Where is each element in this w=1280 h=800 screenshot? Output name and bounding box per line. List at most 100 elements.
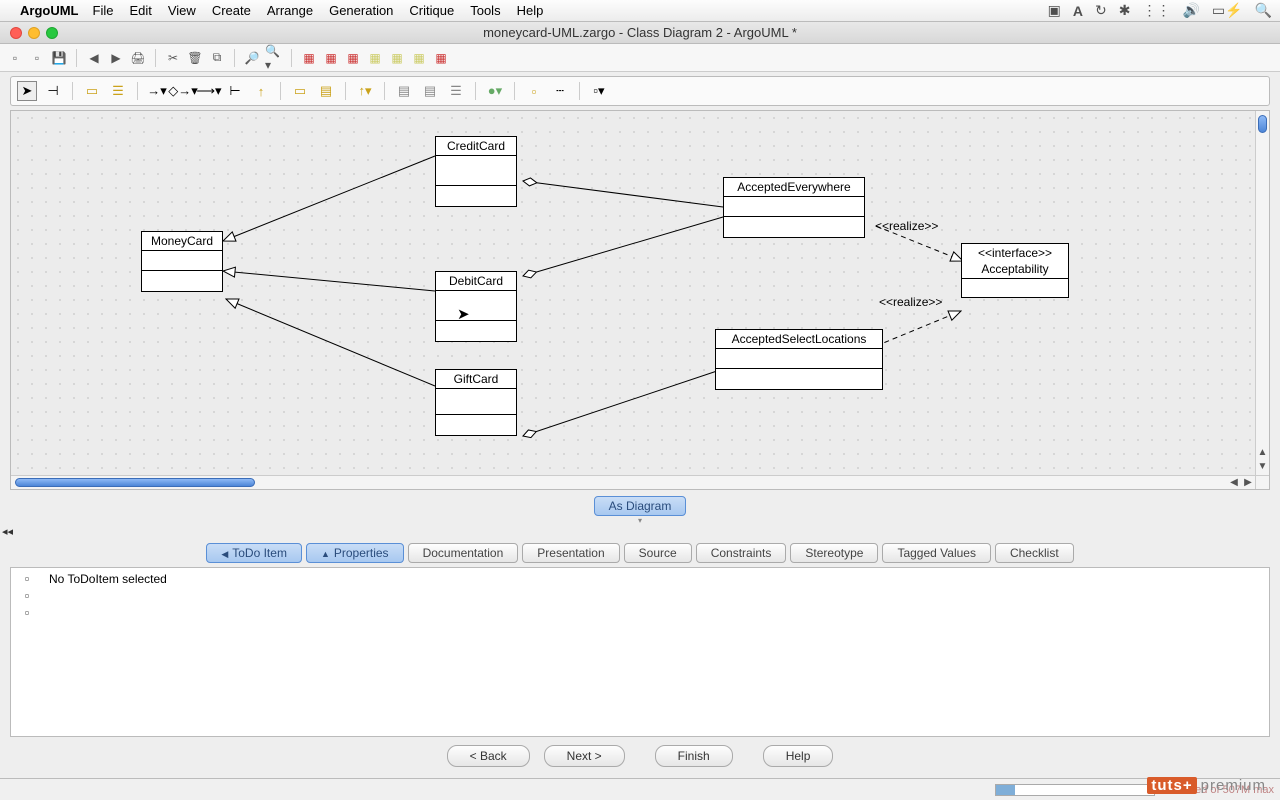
hscroll-left-icon[interactable]: ◀ (1227, 476, 1241, 489)
todo-snooze-icon[interactable]: ▫ (25, 606, 30, 619)
zoom-icon[interactable]: 🔍▾ (265, 49, 283, 67)
tool-interface-icon[interactable]: ▭ (290, 81, 310, 101)
class-moneycard[interactable]: MoneyCard (141, 231, 223, 292)
memory-progress (995, 784, 1155, 796)
cut-icon[interactable]: ✂ (164, 49, 182, 67)
window-titlebar: moneycard-UML.zargo - Class Diagram 2 - … (0, 22, 1280, 44)
diagram-canvas[interactable]: MoneyCard CreditCard DebitCard GiftCard … (11, 111, 1255, 475)
open-icon[interactable]: ▫ (28, 49, 46, 67)
menu-file[interactable]: File (93, 3, 114, 18)
diagram-class-icon[interactable]: ▦ (322, 49, 340, 67)
menulet-record-icon[interactable]: ▣ (1048, 2, 1061, 19)
tool-broom-icon[interactable]: ⊣ (43, 81, 63, 101)
tool-assoc-icon[interactable]: →▾ (147, 81, 167, 101)
realize-label-2: <<realize>> (879, 295, 942, 309)
nav-back-icon[interactable]: ◀ (85, 49, 103, 67)
diagram-seq-icon[interactable]: ▦ (344, 49, 362, 67)
next-button[interactable]: Next > (544, 745, 625, 767)
nav-fwd-icon[interactable]: ▶ (107, 49, 125, 67)
tool-node-icon[interactable]: ▫ (524, 81, 544, 101)
tool-oper-icon[interactable]: ▤ (420, 81, 440, 101)
tool-link-icon[interactable]: ┄ (550, 81, 570, 101)
tool-assocclass-icon[interactable]: ☰ (446, 81, 466, 101)
tool-gen-icon[interactable]: ↑ (251, 81, 271, 101)
diagram-state-icon[interactable]: ▦ (388, 49, 406, 67)
menulet-battery-icon[interactable]: ▭⚡ (1212, 2, 1243, 19)
tab-todo[interactable]: ◀ToDo Item (206, 543, 302, 563)
splitter-handle-icon[interactable]: ◂◂ (2, 525, 13, 538)
find-icon[interactable]: 🔎 (243, 49, 261, 67)
menulet-spotlight-icon[interactable]: 🔍 (1255, 2, 1272, 19)
mac-app-name[interactable]: ArgoUML (20, 3, 79, 18)
menulet-timemachine-icon[interactable]: ↻ (1095, 2, 1107, 19)
class-name: MoneyCard (142, 232, 222, 251)
tab-source[interactable]: Source (624, 543, 692, 563)
tool-attr-icon[interactable]: ▤ (394, 81, 414, 101)
detail-content: No ToDoItem selected (43, 568, 1269, 736)
tool-compos-icon[interactable]: ⟶▾ (199, 81, 219, 101)
help-button[interactable]: Help (763, 745, 834, 767)
tab-documentation[interactable]: Documentation (408, 543, 519, 563)
delete-icon[interactable]: 🗑 (186, 49, 204, 67)
tab-presentation[interactable]: Presentation (522, 543, 619, 563)
hscroll-thumb[interactable] (15, 478, 255, 487)
detail-toolbar: ▫ ▫ ▫ (11, 568, 43, 736)
copy-icon[interactable]: ⧉ (208, 49, 226, 67)
tab-tagged-values[interactable]: Tagged Values (882, 543, 991, 563)
vscroll-thumb[interactable] (1258, 115, 1267, 133)
new-icon[interactable]: ▫ (6, 49, 24, 67)
interface-acceptability[interactable]: <<interface>> Acceptability (961, 243, 1069, 298)
tool-comment-icon[interactable]: ▫▾ (589, 81, 609, 101)
class-accepted-everywhere[interactable]: AcceptedEverywhere (723, 177, 865, 238)
save-icon[interactable]: 💾 (50, 49, 68, 67)
menu-generation[interactable]: Generation (329, 3, 393, 18)
tab-checklist[interactable]: Checklist (995, 543, 1074, 563)
menu-create[interactable]: Create (212, 3, 251, 18)
class-stereotype: <<interface>> (962, 244, 1068, 260)
tool-package-icon[interactable]: ▭ (82, 81, 102, 101)
menulet-adobe-icon[interactable]: A (1073, 3, 1083, 19)
tool-enum-icon[interactable]: ▤ (316, 81, 336, 101)
tool-select-icon[interactable]: ➤ (17, 81, 37, 101)
tool-aggreg-icon[interactable]: ◇→▾ (173, 81, 193, 101)
splitter-grip-icon[interactable]: ▾ (0, 516, 1280, 525)
menu-critique[interactable]: Critique (409, 3, 454, 18)
tool-signal-icon[interactable]: ●▾ (485, 81, 505, 101)
finish-button[interactable]: Finish (655, 745, 733, 767)
detail-tabs: ◀ToDo Item ▲Properties Documentation Pre… (0, 543, 1280, 563)
tool-assoc2-icon[interactable]: ⊢ (225, 81, 245, 101)
todo-resolve-icon[interactable]: ▫ (25, 589, 30, 602)
menu-help[interactable]: Help (517, 3, 544, 18)
todo-new-icon[interactable]: ▫ (25, 572, 30, 585)
as-diagram-button[interactable]: As Diagram (594, 496, 687, 516)
vertical-scrollbar[interactable]: ▲ ▼ (1255, 111, 1269, 475)
diagram-deploy-icon[interactable]: ▦ (432, 49, 450, 67)
class-accepted-select[interactable]: AcceptedSelectLocations (715, 329, 883, 390)
vscroll-down-icon[interactable]: ▼ (1256, 461, 1269, 475)
splitter[interactable]: ◂◂ (0, 525, 1280, 539)
diagram-activity-icon[interactable]: ▦ (410, 49, 428, 67)
tool-class-icon[interactable]: ☰ (108, 81, 128, 101)
menu-arrange[interactable]: Arrange (267, 3, 313, 18)
menu-tools[interactable]: Tools (470, 3, 500, 18)
back-button[interactable]: < Back (447, 745, 530, 767)
menulet-bluetooth-icon[interactable]: ✱ (1119, 2, 1131, 19)
hscroll-right-icon[interactable]: ▶ (1241, 476, 1255, 489)
menu-view[interactable]: View (168, 3, 196, 18)
class-debitcard[interactable]: DebitCard (435, 271, 517, 342)
diagram-collab-icon[interactable]: ▦ (366, 49, 384, 67)
print-icon[interactable]: 🖨 (129, 49, 147, 67)
tool-realize-icon[interactable]: ↑▾ (355, 81, 375, 101)
tab-stereotype[interactable]: Stereotype (790, 543, 878, 563)
diagram-usecase-icon[interactable]: ▦ (300, 49, 318, 67)
menulet-wifi-icon[interactable]: ⋮⋮ (1142, 2, 1170, 19)
vscroll-up-icon[interactable]: ▲ (1256, 447, 1269, 461)
horizontal-scrollbar[interactable]: ◀ ▶ (11, 475, 1255, 489)
tab-constraints[interactable]: Constraints (696, 543, 787, 563)
tab-properties[interactable]: ▲Properties (306, 543, 404, 563)
class-creditcard[interactable]: CreditCard (435, 136, 517, 207)
menulet-volume-icon[interactable]: 🔊 (1182, 2, 1199, 19)
class-giftcard[interactable]: GiftCard (435, 369, 517, 436)
brand-watermark: tuts+premium (1139, 775, 1274, 796)
menu-edit[interactable]: Edit (129, 3, 151, 18)
